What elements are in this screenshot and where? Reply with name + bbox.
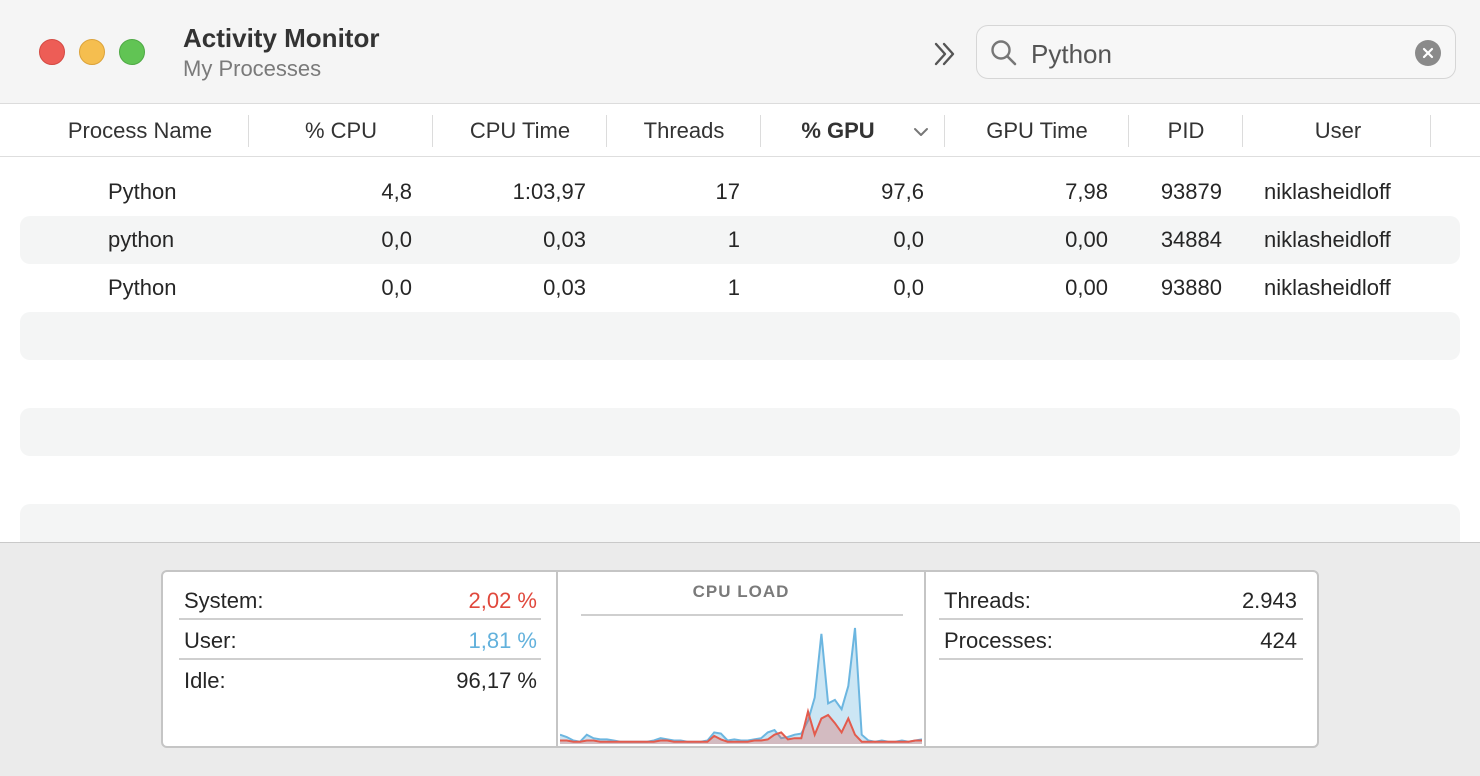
double-chevron-right-icon	[934, 42, 955, 66]
system-label: System:	[184, 588, 264, 613]
cpu-percent-cell: 0,0	[381, 275, 412, 300]
gpu-percent-cell: 97,6	[881, 179, 924, 204]
cpu-load-title: CPU LOAD	[692, 582, 790, 601]
column-cpu-percent[interactable]: % CPU	[250, 105, 432, 157]
cpu-load-graph	[560, 627, 922, 744]
user-cell: niklasheidloff	[1264, 275, 1391, 300]
empty-row	[20, 312, 1460, 360]
search-field[interactable]: Python	[976, 25, 1456, 79]
zoom-window-button[interactable]	[119, 39, 145, 65]
cpu-stats-panel: System: 2,02 % User: 1,81 % Idle: 96,17 …	[161, 570, 1319, 748]
search-icon	[991, 40, 1017, 66]
footer: System: 2,02 % User: 1,81 % Idle: 96,17 …	[0, 542, 1480, 776]
system-value: 2,02 %	[468, 588, 538, 613]
user-load-line	[560, 627, 922, 743]
threads-label: Threads:	[944, 588, 1031, 613]
sort-descending-icon[interactable]	[912, 123, 930, 141]
divider	[939, 658, 1303, 660]
system-load-line	[560, 707, 922, 743]
empty-row	[20, 504, 1460, 542]
cpu-time-cell: 1:03,97	[512, 179, 586, 204]
process-name-cell: python	[108, 227, 175, 252]
process-name-cell: Python	[108, 275, 177, 300]
divider	[179, 658, 541, 660]
cpu-time-cell: 0,03	[543, 275, 586, 300]
pid-cell: 93879	[1160, 179, 1222, 204]
gpu-time-cell: 0,00	[1065, 275, 1108, 300]
user-cell: niklasheidloff	[1264, 179, 1391, 204]
user-label: User:	[184, 628, 237, 653]
title-bar: Activity Monitor My Processes Python	[0, 0, 1480, 104]
column-separator	[432, 115, 433, 147]
gpu-percent-cell: 0,0	[893, 275, 924, 300]
panel-divider	[924, 572, 926, 746]
search-input[interactable]: Python	[1031, 39, 1112, 70]
column-separator	[1128, 115, 1129, 147]
column-separator	[1430, 115, 1431, 147]
user-load-area	[560, 628, 922, 744]
idle-value: 96,17 %	[456, 668, 537, 693]
divider	[179, 618, 541, 620]
cpu-time-cell: 0,03	[543, 227, 586, 252]
column-gpu-time[interactable]: GPU Time	[946, 105, 1128, 157]
process-name-cell: Python	[108, 179, 177, 204]
threads-cell: 17	[715, 179, 740, 204]
cpu-percent-cell: 0,0	[381, 227, 412, 252]
threads-cell: 1	[727, 227, 740, 252]
clear-search-button[interactable]	[1415, 40, 1441, 66]
column-threads[interactable]: Threads	[608, 105, 760, 157]
app-title: Activity Monitor	[183, 23, 380, 53]
idle-label: Idle:	[184, 668, 226, 693]
column-separator	[760, 115, 761, 147]
column-separator	[944, 115, 945, 147]
process-table: Python 4,8 1:03,97 17 97,6 7,98 93879 ni…	[0, 158, 1480, 542]
close-icon	[1422, 47, 1434, 59]
gpu-percent-cell: 0,0	[893, 227, 924, 252]
threads-value: 2.943	[1241, 588, 1297, 613]
pid-cell: 34884	[1160, 227, 1222, 252]
cpu-percent-cell: 4,8	[381, 179, 412, 204]
user-cell: niklasheidloff	[1264, 227, 1391, 252]
view-subtitle: My Processes	[183, 56, 322, 81]
user-value: 1,81 %	[468, 628, 538, 653]
column-separator	[606, 115, 607, 147]
column-separator	[1242, 115, 1243, 147]
empty-row	[20, 408, 1460, 456]
threads-cell: 1	[727, 275, 740, 300]
table-row[interactable]: Python 0,0 0,03 1 0,0 0,00 93880 niklash…	[20, 264, 1460, 312]
column-pid[interactable]: PID	[1130, 105, 1242, 157]
table-row[interactable]: python 0,0 0,03 1 0,0 0,00 34884 niklash…	[20, 216, 1460, 264]
divider	[581, 614, 903, 616]
column-gpu-percent[interactable]: % GPU	[762, 105, 914, 157]
minimize-window-button[interactable]	[79, 39, 105, 65]
close-window-button[interactable]	[39, 39, 65, 65]
gpu-time-cell: 0,00	[1065, 227, 1108, 252]
column-header: Process Name % CPU CPU Time Threads % GP…	[0, 105, 1480, 157]
toolbar-overflow-button[interactable]	[926, 36, 962, 72]
gpu-time-cell: 7,98	[1065, 179, 1108, 204]
divider	[939, 618, 1303, 620]
pid-cell: 93880	[1160, 275, 1222, 300]
processes-label: Processes:	[944, 628, 1053, 653]
column-process-name[interactable]: Process Name	[30, 105, 250, 157]
table-row[interactable]: Python 4,8 1:03,97 17 97,6 7,98 93879 ni…	[20, 168, 1460, 216]
processes-value: 424	[1260, 628, 1297, 653]
column-cpu-time[interactable]: CPU Time	[434, 105, 606, 157]
column-user[interactable]: User	[1244, 105, 1432, 157]
column-separator	[248, 115, 249, 147]
